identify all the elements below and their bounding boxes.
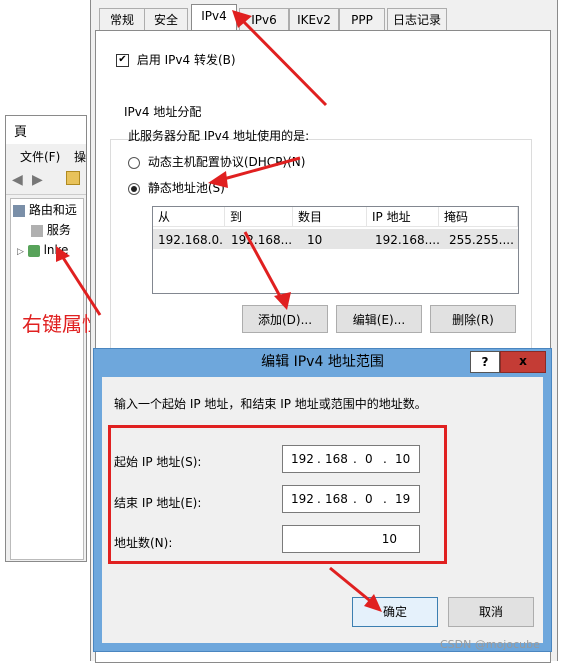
- tab-ipv6[interactable]: IPv6: [239, 8, 289, 31]
- mmc-window: 頁 文件(F) 操 ◀ ▶ 路由和远 服务 ▷ lnke: [5, 115, 87, 562]
- column-to[interactable]: 到: [225, 207, 293, 227]
- expand-icon[interactable]: ▷: [17, 247, 24, 257]
- menu-file[interactable]: 文件(F): [20, 148, 60, 165]
- cell-to: 192.168....: [231, 233, 293, 247]
- column-count[interactable]: 数目: [293, 207, 367, 227]
- watermark: CSDN @mojocube: [440, 638, 540, 651]
- ok-button[interactable]: 确定: [352, 597, 438, 627]
- radio-dhcp[interactable]: 动态主机配置协议(DHCP)(N): [128, 153, 305, 170]
- mmc-toolbar: ◀ ▶: [6, 166, 86, 195]
- cell-mask: 255.255....: [449, 233, 514, 247]
- radio-static-pool[interactable]: 静态地址池(S): [128, 179, 225, 196]
- delete-button[interactable]: 删除(R): [430, 305, 516, 333]
- server-icon: [13, 204, 25, 217]
- tree-label: lnke: [43, 243, 69, 257]
- service-icon: [31, 224, 43, 237]
- checkbox-checked-icon: ✔: [116, 54, 129, 67]
- group-title: IPv4 地址分配: [120, 103, 206, 120]
- add-button[interactable]: 添加(D)...: [242, 305, 328, 333]
- mmc-title: 頁: [14, 125, 28, 140]
- cell-from: 192.168.0...: [158, 233, 224, 247]
- tree-item-service[interactable]: 服务: [31, 221, 71, 239]
- close-button[interactable]: x: [500, 351, 546, 373]
- radio-static-label: 静态地址池(S): [147, 181, 225, 195]
- tab-logging[interactable]: 日志记录: [387, 8, 447, 31]
- tab-ppp[interactable]: PPP: [339, 8, 385, 31]
- tree-item-routing[interactable]: 路由和远: [13, 201, 77, 219]
- menu-action[interactable]: 操: [74, 148, 86, 165]
- dialog-instruction: 输入一个起始 IP 地址，和结束 IP 地址或范围中的地址数。: [114, 397, 427, 411]
- address-range-list[interactable]: 从 到 数目 IP 地址 掩码 192.168.0... 192.168....…: [152, 206, 519, 294]
- mmc-titlebar: 頁: [6, 116, 86, 144]
- column-ip[interactable]: IP 地址: [367, 207, 439, 227]
- help-button[interactable]: ?: [470, 351, 500, 373]
- tab-general[interactable]: 常规: [99, 8, 145, 31]
- column-mask[interactable]: 掩码: [439, 207, 518, 227]
- group-description: 此服务器分配 IPv4 地址使用的是:: [128, 129, 310, 143]
- cell-count: 10: [307, 233, 323, 247]
- tree-label: 路由和远: [28, 203, 77, 217]
- tab-security[interactable]: 安全: [144, 8, 188, 31]
- folder-icon[interactable]: [66, 171, 80, 185]
- radio-off-icon: [128, 156, 140, 169]
- tab-ipv4[interactable]: IPv4: [191, 4, 237, 32]
- cell-ip: 192.168....: [375, 233, 439, 247]
- enable-forwarding-checkbox[interactable]: ✔ 启用 IPv4 转发(B): [116, 51, 236, 68]
- highlight-box: [108, 425, 447, 564]
- radio-on-icon: [128, 182, 140, 195]
- mmc-tree: 路由和远 服务 ▷ lnke: [10, 198, 84, 560]
- server-status-icon: [27, 244, 40, 257]
- radio-dhcp-label: 动态主机配置协议(DHCP)(N): [147, 155, 306, 169]
- forward-icon[interactable]: ▶: [32, 172, 43, 188]
- enable-forwarding-label: 启用 IPv4 转发(B): [136, 53, 236, 67]
- mmc-menubar: 文件(F) 操: [6, 144, 86, 167]
- cancel-button[interactable]: 取消: [448, 597, 534, 627]
- column-from[interactable]: 从: [153, 207, 225, 227]
- tab-ikev2[interactable]: IKEv2: [289, 8, 339, 31]
- tree-label: 服务: [46, 223, 71, 237]
- edit-button[interactable]: 编辑(E)...: [336, 305, 422, 333]
- tree-item-server[interactable]: ▷ lnke: [17, 241, 68, 259]
- back-icon[interactable]: ◀: [12, 172, 23, 188]
